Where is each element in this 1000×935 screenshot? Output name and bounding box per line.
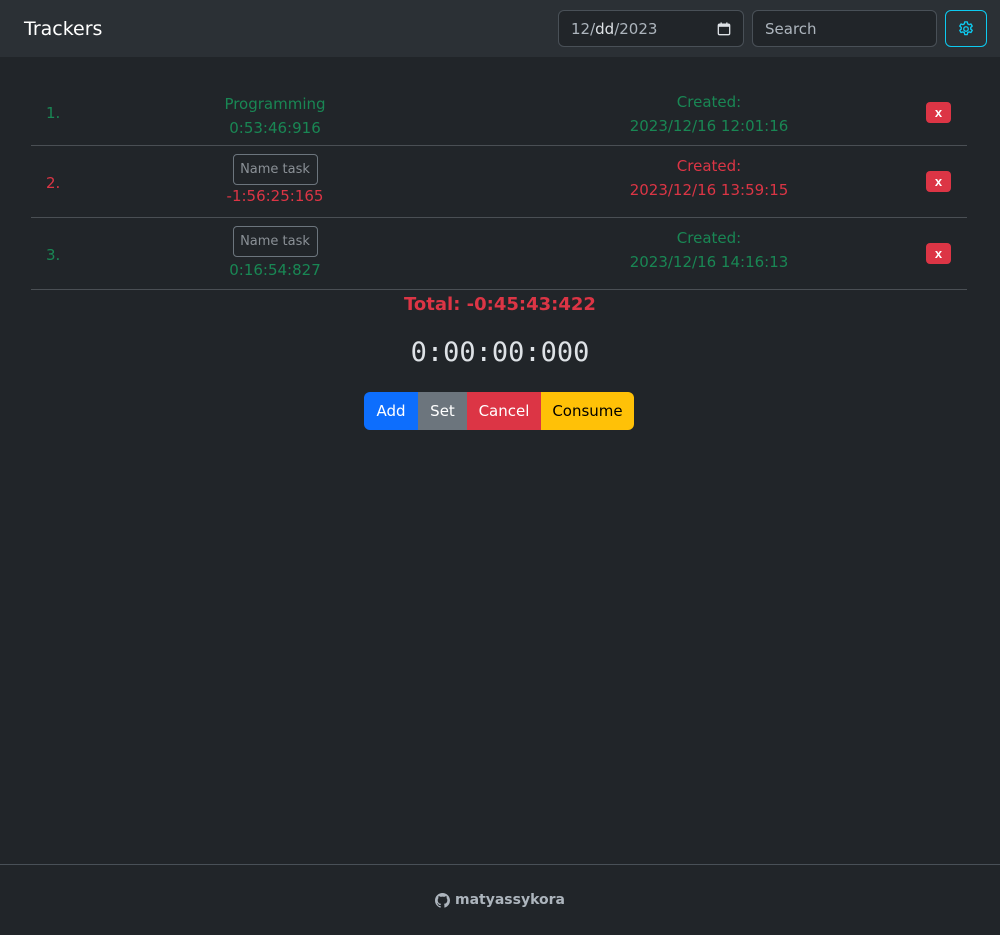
- calendar-icon[interactable]: [717, 21, 731, 36]
- delete-tracker-button[interactable]: x: [926, 243, 951, 264]
- created-label: Created:: [676, 157, 742, 175]
- created-label: Created:: [676, 93, 742, 111]
- tracker-list: 1. Programming 0:53:46:916 Created: 2023…: [31, 78, 967, 290]
- tracker-created-cell: Created: 2023/12/16 12:01:16: [609, 90, 809, 138]
- github-link[interactable]: matyassykora: [435, 892, 565, 908]
- consume-button[interactable]: Consume: [541, 392, 634, 430]
- delete-tracker-button[interactable]: x: [926, 102, 951, 123]
- tracker-created-cell: Created: 2023/12/16 13:59:15: [609, 154, 809, 202]
- date-year: 2023: [619, 19, 658, 38]
- gear-icon: [959, 20, 973, 35]
- date-day: dd: [595, 19, 615, 38]
- stopwatch-display: 0:00:00:000: [410, 337, 590, 368]
- created-timestamp: 2023/12/16 14:16:13: [629, 253, 789, 271]
- tracker-elapsed: -1:56:25:165: [226, 187, 324, 205]
- github-username: matyassykora: [455, 892, 565, 908]
- add-button[interactable]: Add: [364, 392, 418, 430]
- tracker-name-cell: Programming 0:53:46:916: [195, 92, 355, 140]
- tracker-name[interactable]: Programming: [195, 92, 355, 116]
- tracker-elapsed: 0:16:54:827: [229, 261, 321, 279]
- tracker-created-cell: Created: 2023/12/16 14:16:13: [609, 226, 809, 274]
- delete-tracker-button[interactable]: x: [926, 171, 951, 192]
- search-input[interactable]: [752, 10, 937, 47]
- tracker-elapsed: 0:53:46:916: [229, 119, 321, 137]
- created-label: Created:: [676, 229, 742, 247]
- app-title: Trackers: [24, 17, 103, 40]
- created-timestamp: 2023/12/16 13:59:15: [629, 181, 789, 199]
- tracker-row: 3. 0:16:54:827 Created: 2023/12/16 14:16…: [31, 218, 967, 290]
- date-month: 12: [571, 19, 591, 38]
- task-name-input[interactable]: [232, 154, 318, 185]
- github-icon: [435, 892, 450, 908]
- task-name-input[interactable]: [232, 226, 318, 257]
- settings-button[interactable]: [945, 10, 987, 47]
- footer: matyassykora: [0, 864, 1000, 935]
- tracker-row: 2. -1:56:25:165 Created: 2023/12/16 13:5…: [31, 146, 967, 218]
- tracker-index: 3.: [46, 246, 61, 264]
- tracker-name-cell: 0:16:54:827: [195, 226, 355, 282]
- tracker-index: 2.: [46, 174, 61, 192]
- tracker-row: 1. Programming 0:53:46:916 Created: 2023…: [31, 78, 967, 146]
- date-input[interactable]: 12/dd/2023: [558, 10, 744, 47]
- tracker-index: 1.: [46, 104, 61, 122]
- set-button[interactable]: Set: [418, 392, 467, 430]
- action-button-group: Add Set Cancel Consume: [364, 392, 634, 430]
- tracker-name-cell: -1:56:25:165: [195, 154, 355, 208]
- cancel-button[interactable]: Cancel: [467, 392, 541, 430]
- navbar: Trackers 12/dd/2023: [0, 0, 1000, 57]
- total-time: Total: -0:45:43:422: [404, 294, 596, 315]
- created-timestamp: 2023/12/16 12:01:16: [629, 117, 789, 135]
